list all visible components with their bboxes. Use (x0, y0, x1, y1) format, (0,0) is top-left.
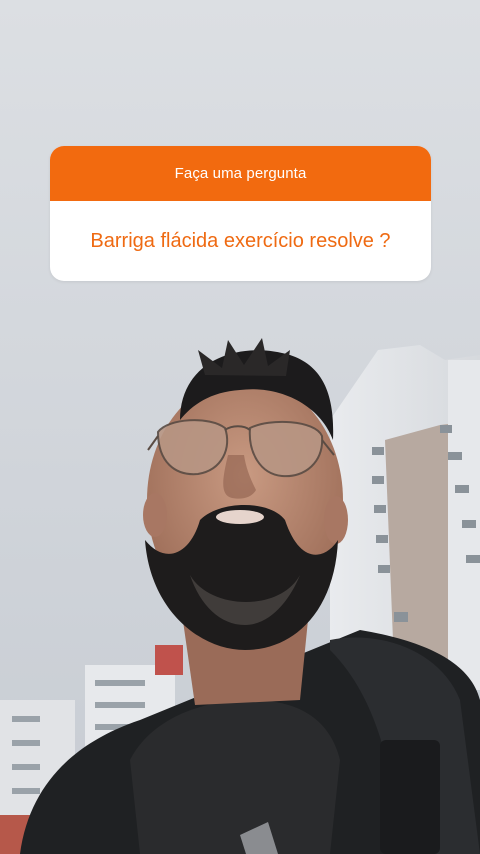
question-sticker-header: Faça uma pergunta (50, 146, 431, 201)
background-photo (0, 0, 480, 854)
question-sticker[interactable]: Faça uma pergunta Barriga flácida exercí… (50, 146, 431, 281)
story-frame: Faça uma pergunta Barriga flácida exercí… (0, 0, 480, 854)
question-sticker-text: Barriga flácida exercício resolve ? (90, 229, 391, 252)
